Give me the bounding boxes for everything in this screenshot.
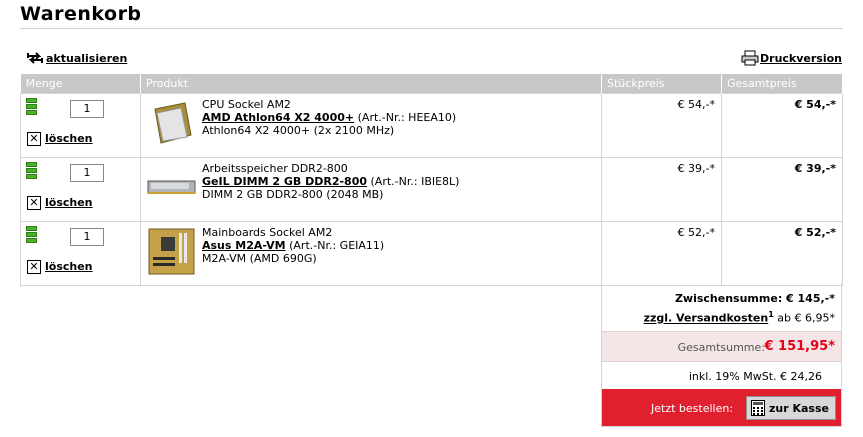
subtotal: Zwischensumme: € 145,-* [674,292,835,305]
delete-label: löschen [45,260,93,273]
order-now-bar: Jetzt bestellen: zur Kasse [602,389,841,426]
qty-bar [26,231,37,237]
qty-bar [26,103,37,109]
qty-stepper[interactable] [26,225,37,244]
order-now-label: Jetzt bestellen: [651,402,734,415]
shipping-value: ab € 6,95* [773,311,835,325]
product-name-link[interactable]: Asus M2A-VM [202,239,286,252]
print-version-link[interactable]: Druckversion [741,50,842,66]
calculator-icon [751,400,765,416]
qty-bar [26,161,37,167]
shipping-row: zzgl. Versandkosten1 ab € 6,95* [644,310,835,325]
refresh-icon [27,52,43,64]
delete-icon: ✕ [27,259,41,274]
qty-bar [26,173,37,179]
qty-bar [26,237,37,243]
total-price: € 54,-* [721,92,843,158]
product-category: CPU Sockel AM2 [202,97,291,111]
delete-label: löschen [45,132,93,145]
delete-label: löschen [45,196,93,209]
product-art-nr: (Art.-Nr.: IBIE8L) [367,174,460,188]
delete-button[interactable]: ✕ löschen [27,259,93,274]
checkout-button[interactable]: zur Kasse [746,396,836,420]
cart-table: Menge Produkt Stückpreis Gesamtpreis 1 ✕… [20,74,843,286]
header-product: Produkt [140,74,602,93]
unit-price: € 54,-* [601,92,722,158]
product-description: M2A-VM (AMD 690G) [202,251,317,265]
qty-stepper[interactable] [26,161,37,180]
checkout-label: zur Kasse [769,401,829,415]
shipping-costs-link[interactable]: zzgl. Versandkosten [644,312,769,325]
table-header-row: Menge Produkt Stückpreis Gesamtpreis [20,74,843,93]
header-total-price: Gesamtpreis [721,74,843,93]
grand-total-value: € 151,95* [764,339,835,354]
refresh-label: aktualisieren [46,51,128,65]
delete-icon: ✕ [27,195,41,210]
grand-total-label: Gesamtsumme: [677,341,765,354]
product-name-link[interactable]: GeIL DIMM 2 GB DDR2-800 [202,175,367,188]
header-qty: Menge [20,74,141,93]
ram-image[interactable] [147,162,196,212]
qty-bar [26,225,37,231]
mainboard-image[interactable] [147,226,196,276]
qty-input[interactable]: 1 [70,227,104,246]
delete-button[interactable]: ✕ löschen [27,131,93,146]
delete-icon: ✕ [27,131,41,146]
product-category: Mainboards Sockel AM2 [202,225,333,239]
grand-total-row: Gesamtsumme: € 151,95* [602,331,841,362]
delete-button[interactable]: ✕ löschen [27,195,93,210]
unit-price: € 52,-* [601,220,722,286]
page-title: Warenkorb [20,3,142,25]
qty-input[interactable]: 1 [70,99,104,118]
qty-bar [26,97,37,103]
printer-icon [741,50,759,66]
title-divider [20,28,843,29]
print-version-label: Druckversion [760,51,842,65]
total-price: € 52,-* [721,220,843,286]
product-art-nr: (Art.-Nr.: HEEA10) [354,110,457,124]
total-price: € 39,-* [721,156,843,222]
qty-bar [26,167,37,173]
order-summary: Zwischensumme: € 145,-* zzgl. Versandkos… [601,283,842,427]
qty-bar [26,109,37,115]
header-unit-price: Stückpreis [601,74,722,93]
qty-input[interactable]: 1 [70,163,104,182]
table-row: 1 ✕ löschen CPU Sockel AM2 AMD Athlon64 … [20,92,843,158]
table-row: 1 ✕ löschen Mainboards Sockel AM2 Asus M… [20,220,843,286]
qty-stepper[interactable] [26,97,37,116]
product-name-link[interactable]: AMD Athlon64 X2 4000+ [202,111,354,124]
product-category: Arbeitsspeicher DDR2-800 [202,161,348,175]
refresh-link[interactable]: aktualisieren [26,50,127,66]
cpu-image[interactable] [147,98,196,148]
table-row: 1 ✕ löschen Arbeitsspeicher DDR2-800 GeI… [20,156,843,222]
unit-price: € 39,-* [601,156,722,222]
product-art-nr: (Art.-Nr.: GEIA11) [285,238,385,252]
product-description: DIMM 2 GB DDR2-800 (2048 MB) [202,187,384,201]
vat-info: inkl. 19% MwSt. € 24,26 [688,370,822,383]
product-description: Athlon64 X2 4000+ (2x 2100 MHz) [202,123,395,137]
